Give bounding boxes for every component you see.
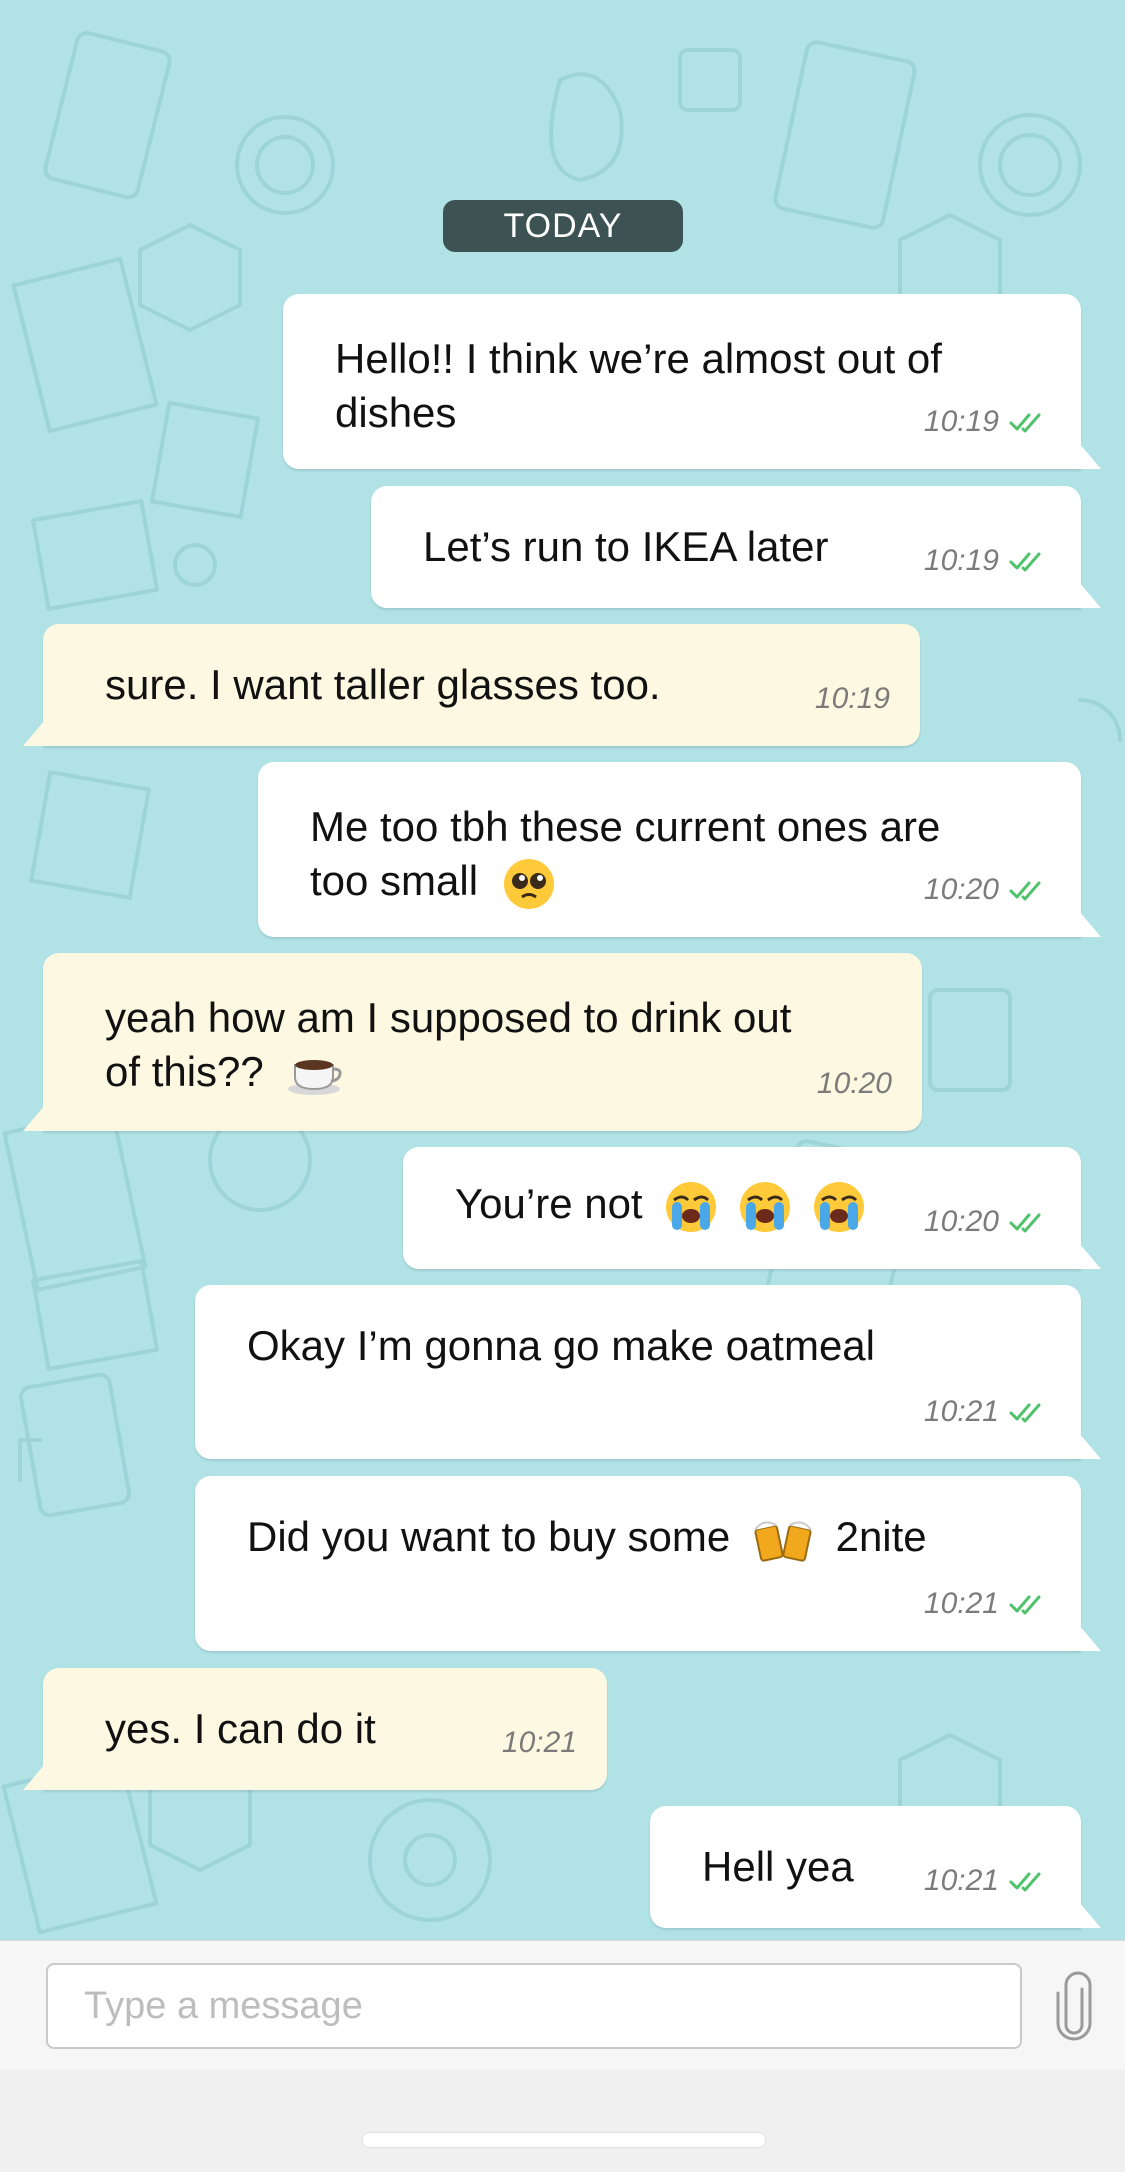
message-time: 10:20 bbox=[923, 873, 999, 906]
read-receipt-icon bbox=[1009, 1595, 1041, 1615]
loudly-crying-face-emoji bbox=[739, 1181, 790, 1232]
message-text: Okay I’m gonna go make oatmeal bbox=[247, 1322, 875, 1369]
message-input[interactable] bbox=[46, 1963, 1022, 2049]
message-text: yeah how am I supposed to drink out of t… bbox=[105, 994, 792, 1095]
read-receipt-icon bbox=[1009, 1213, 1041, 1233]
message-bubble-outgoing[interactable]: Me too tbh these current ones are too sm… bbox=[258, 762, 1101, 937]
message-time: 10:20 bbox=[816, 1067, 892, 1100]
loudly-crying-face-emoji bbox=[813, 1181, 864, 1232]
message-text: Let’s run to IKEA later bbox=[423, 523, 829, 570]
message-meta: 10:20 bbox=[817, 1067, 892, 1101]
chat-area[interactable]: TODAY Hello!! I think we’re almost out o… bbox=[0, 0, 1125, 1940]
message-text: sure. I want taller glasses too. bbox=[105, 661, 661, 708]
message-time: 10:20 bbox=[923, 1205, 999, 1238]
message-time: 10:21 bbox=[501, 1726, 577, 1759]
message-time: 10:19 bbox=[814, 682, 890, 715]
message-text: yes. I can do it bbox=[105, 1705, 376, 1752]
read-receipt-icon bbox=[1009, 1403, 1041, 1423]
message-meta: 10:21 bbox=[502, 1726, 577, 1760]
read-receipt-icon bbox=[1009, 1872, 1041, 1892]
message-bubble-incoming[interactable]: yes. I can do it 10:21 bbox=[23, 1668, 607, 1790]
message-bubble-outgoing[interactable]: Okay I’m gonna go make oatmeal 10:21 bbox=[195, 1285, 1101, 1459]
message-meta: 10:19 bbox=[815, 682, 890, 716]
message-time: 10:19 bbox=[923, 405, 999, 438]
message-bubble-outgoing[interactable]: Hell yea 10:21 bbox=[650, 1806, 1101, 1928]
message-text: Hello!! I think we’re almost out of dish… bbox=[335, 335, 942, 436]
message-text: Me too tbh these current ones are too sm… bbox=[310, 800, 940, 911]
clinking-beer-mugs-emoji bbox=[754, 1521, 812, 1562]
message-meta: 10:21 bbox=[924, 1864, 1045, 1898]
read-receipt-icon bbox=[1009, 881, 1041, 901]
message-time: 10:21 bbox=[923, 1587, 999, 1620]
message-text: You’re not bbox=[455, 1177, 866, 1234]
pleading-face-emoji bbox=[503, 858, 554, 909]
read-receipt-icon bbox=[1009, 552, 1041, 572]
message-meta: 10:21 bbox=[924, 1587, 1045, 1621]
message-bubble-outgoing[interactable]: Hello!! I think we’re almost out of dish… bbox=[283, 294, 1101, 469]
loudly-crying-face-emoji bbox=[666, 1181, 717, 1232]
home-indicator[interactable] bbox=[362, 2132, 766, 2148]
hot-beverage-emoji bbox=[288, 1059, 343, 1095]
message-bubble-incoming[interactable]: sure. I want taller glasses too. 10:19 bbox=[23, 624, 920, 746]
message-meta: 10:19 bbox=[924, 544, 1045, 578]
home-area bbox=[0, 2070, 1125, 2172]
date-separator: TODAY bbox=[443, 200, 683, 252]
message-bubble-outgoing[interactable]: Did you want to buy some 2nite 10:21 bbox=[195, 1476, 1101, 1651]
message-meta: 10:20 bbox=[924, 873, 1045, 907]
message-text: Did you want to buy some 2nite bbox=[247, 1510, 927, 1565]
message-bubble-outgoing[interactable]: Let’s run to IKEA later 10:19 bbox=[371, 486, 1101, 608]
message-meta: 10:21 bbox=[924, 1395, 1045, 1429]
message-composer bbox=[0, 1940, 1125, 2071]
message-text: Hell yea bbox=[702, 1843, 854, 1890]
message-time: 10:19 bbox=[923, 544, 999, 577]
message-bubble-outgoing[interactable]: You’re not 10:20 bbox=[403, 1147, 1101, 1269]
message-time: 10:21 bbox=[923, 1864, 999, 1897]
message-bubble-incoming[interactable]: yeah how am I supposed to drink out of t… bbox=[23, 953, 922, 1131]
paperclip-icon[interactable] bbox=[1052, 1971, 1098, 2043]
message-meta: 10:19 bbox=[924, 405, 1045, 439]
message-meta: 10:20 bbox=[924, 1205, 1045, 1239]
read-receipt-icon bbox=[1009, 413, 1041, 433]
message-time: 10:21 bbox=[923, 1395, 999, 1428]
